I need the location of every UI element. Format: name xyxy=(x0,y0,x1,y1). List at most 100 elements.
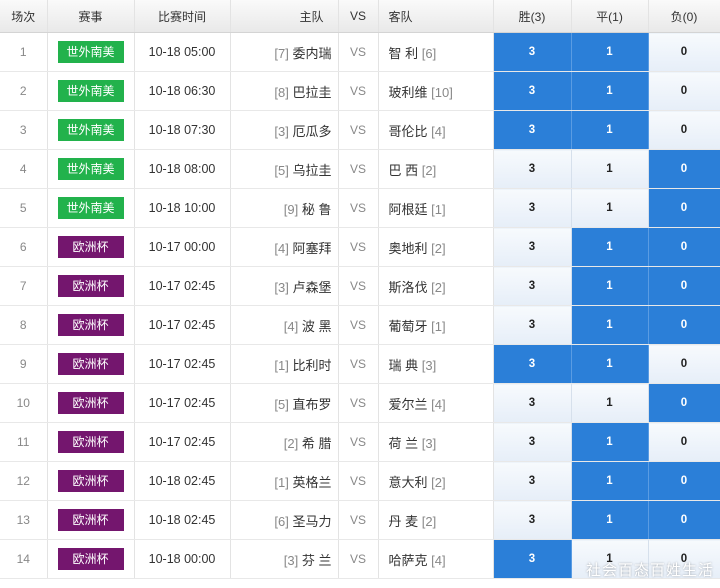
vs-label: VS xyxy=(338,110,379,150)
league-badge[interactable]: 欧洲杯 xyxy=(57,431,124,453)
home-team-cell[interactable]: [6] 圣马力 xyxy=(230,500,339,540)
league-badge[interactable]: 世外南美 xyxy=(57,197,124,219)
league-badge[interactable]: 欧洲杯 xyxy=(57,509,124,531)
pick-lose[interactable]: 0 xyxy=(648,461,720,501)
pick-draw[interactable]: 1 xyxy=(571,32,649,72)
away-team-cell[interactable]: 斯洛伐 [2] xyxy=(378,266,494,306)
league-badge[interactable]: 欧洲杯 xyxy=(57,314,124,336)
league-badge[interactable]: 世外南美 xyxy=(57,158,124,180)
pick-lose[interactable]: 0 xyxy=(648,422,720,462)
away-team-cell[interactable]: 阿根廷 [1] xyxy=(378,188,494,228)
home-rank: [4] xyxy=(283,318,299,334)
away-team-cell[interactable]: 瑞 典 [3] xyxy=(378,344,494,384)
pick-win[interactable]: 3 xyxy=(493,188,572,228)
away-team-cell[interactable]: 智 利 [6] xyxy=(378,32,494,72)
home-team-cell[interactable]: [7] 委内瑞 xyxy=(230,32,339,72)
pick-win[interactable]: 3 xyxy=(493,149,572,189)
pick-lose[interactable]: 0 xyxy=(648,32,720,72)
pick-draw[interactable]: 1 xyxy=(571,266,649,306)
away-team-cell[interactable]: 巴 西 [2] xyxy=(378,149,494,189)
pick-draw[interactable]: 1 xyxy=(571,344,649,384)
pick-win[interactable]: 3 xyxy=(493,71,572,111)
pick-lose[interactable]: 0 xyxy=(648,149,720,189)
pick-win[interactable]: 3 xyxy=(493,32,572,72)
pick-draw[interactable]: 1 xyxy=(571,422,649,462)
pick-lose[interactable]: 0 xyxy=(648,266,720,306)
pick-lose[interactable]: 0 xyxy=(648,71,720,111)
table-row: 11 欧洲杯 10-17 02:45 [2] 希 腊 VS 荷 兰 [3] 3 1 0 xyxy=(0,422,720,462)
away-team-cell[interactable]: 玻利维 [10] xyxy=(378,71,494,111)
pick-win[interactable]: 3 xyxy=(493,305,572,345)
pick-draw[interactable]: 1 xyxy=(571,383,649,423)
home-team-cell[interactable]: [5] 乌拉圭 xyxy=(230,149,339,189)
match-time: 10-17 02:45 xyxy=(134,383,231,423)
away-team-cell[interactable]: 葡萄牙 [1] xyxy=(378,305,494,345)
away-team: 葡萄牙 xyxy=(388,318,428,334)
away-team-cell[interactable]: 哈萨克 [4] xyxy=(378,539,494,579)
home-team-cell[interactable]: [8] 巴拉圭 xyxy=(230,71,339,111)
league-badge[interactable]: 欧洲杯 xyxy=(57,470,124,492)
league-badge[interactable]: 欧洲杯 xyxy=(57,353,124,375)
home-team-cell[interactable]: [3] 芬 兰 xyxy=(230,539,339,579)
away-rank: [2] xyxy=(431,279,446,295)
home-team-cell[interactable]: [3] 卢森堡 xyxy=(230,266,339,306)
away-team-cell[interactable]: 丹 麦 [2] xyxy=(378,500,494,540)
pick-draw[interactable]: 1 xyxy=(571,227,649,267)
away-rank: [10] xyxy=(431,84,453,100)
pick-lose[interactable]: 0 xyxy=(648,383,720,423)
away-team-cell[interactable]: 哥伦比 [4] xyxy=(378,110,494,150)
away-team: 哈萨克 xyxy=(388,552,428,568)
pick-lose[interactable]: 0 xyxy=(648,227,720,267)
pick-win[interactable]: 3 xyxy=(493,539,572,579)
league-badge[interactable]: 世外南美 xyxy=(57,80,124,102)
pick-win[interactable]: 3 xyxy=(493,422,572,462)
away-team-cell[interactable]: 爱尔兰 [4] xyxy=(378,383,494,423)
home-team-cell[interactable]: [1] 英格兰 xyxy=(230,461,339,501)
pick-lose[interactable]: 0 xyxy=(648,110,720,150)
vs-label: VS xyxy=(338,539,379,579)
pick-win[interactable]: 3 xyxy=(493,266,572,306)
away-team-cell[interactable]: 奥地利 [2] xyxy=(378,227,494,267)
league-badge[interactable]: 欧洲杯 xyxy=(57,548,124,570)
match-index: 6 xyxy=(0,227,48,267)
header-time: 比赛时间 xyxy=(134,0,231,33)
home-team-cell[interactable]: [4] 阿塞拜 xyxy=(230,227,339,267)
match-time: 10-17 02:45 xyxy=(134,305,231,345)
league-badge[interactable]: 欧洲杯 xyxy=(57,236,124,258)
pick-win[interactable]: 3 xyxy=(493,383,572,423)
pick-lose[interactable]: 0 xyxy=(648,188,720,228)
match-table: 场次 赛事 比赛时间 主队 VS 客队 胜(3) 平(1) 负(0) 1 世外南美… xyxy=(0,0,720,579)
header-vs: VS xyxy=(338,0,379,33)
pick-win[interactable]: 3 xyxy=(493,461,572,501)
away-team-cell[interactable]: 荷 兰 [3] xyxy=(378,422,494,462)
pick-draw[interactable]: 1 xyxy=(571,149,649,189)
away-team: 丹 麦 xyxy=(388,513,419,529)
home-team-cell[interactable]: [2] 希 腊 xyxy=(230,422,339,462)
home-team-cell[interactable]: [5] 直布罗 xyxy=(230,383,339,423)
league-badge[interactable]: 世外南美 xyxy=(57,119,124,141)
pick-draw[interactable]: 1 xyxy=(571,71,649,111)
pick-win[interactable]: 3 xyxy=(493,344,572,384)
home-team-cell[interactable]: [9] 秘 鲁 xyxy=(230,188,339,228)
pick-draw[interactable]: 1 xyxy=(571,110,649,150)
home-team-cell[interactable]: [3] 厄瓜多 xyxy=(230,110,339,150)
league-badge[interactable]: 欧洲杯 xyxy=(57,275,124,297)
pick-win[interactable]: 3 xyxy=(493,500,572,540)
home-team: 希 腊 xyxy=(301,435,332,451)
pick-draw[interactable]: 1 xyxy=(571,305,649,345)
home-team-cell[interactable]: [4] 波 黑 xyxy=(230,305,339,345)
pick-win[interactable]: 3 xyxy=(493,110,572,150)
header-away: 客队 xyxy=(378,0,494,33)
pick-win[interactable]: 3 xyxy=(493,227,572,267)
away-team-cell[interactable]: 意大利 [2] xyxy=(378,461,494,501)
league-badge[interactable]: 欧洲杯 xyxy=(57,392,124,414)
home-team-cell[interactable]: [1] 比利时 xyxy=(230,344,339,384)
pick-draw[interactable]: 1 xyxy=(571,461,649,501)
pick-draw[interactable]: 1 xyxy=(571,500,649,540)
league-badge[interactable]: 世外南美 xyxy=(57,41,124,63)
pick-lose[interactable]: 0 xyxy=(648,305,720,345)
pick-draw[interactable]: 1 xyxy=(571,188,649,228)
league-cell: 世外南美 xyxy=(47,110,135,150)
pick-lose[interactable]: 0 xyxy=(648,344,720,384)
pick-lose[interactable]: 0 xyxy=(648,500,720,540)
